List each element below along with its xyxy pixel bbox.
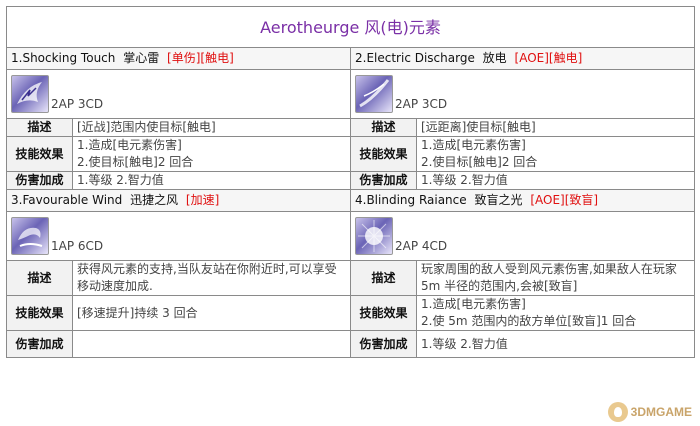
skill-name: 1.Shocking Touch [11, 51, 116, 65]
desc-label: 描述 [350, 260, 417, 296]
damage-label: 伤害加成 [350, 171, 417, 190]
effect-line: 2.使目标[触电]2 回合 [421, 155, 538, 169]
skill-tag: [AOE][致盲] [530, 193, 599, 207]
skill-cn-name: 迅捷之风 [130, 193, 179, 207]
skill-tag: [单伤][触电] [167, 51, 234, 65]
effect-label: 技能效果 [350, 295, 417, 331]
skill-icon-cell-2: 2AP 3CD [349, 69, 696, 119]
skill-header-2: 2.Electric Discharge 放电 [AOE][触电] [349, 47, 696, 70]
blinding-radiance-icon [355, 217, 393, 255]
watermark-text: 3DMGAME [630, 405, 692, 419]
skill-damage: 1.等级 2.智力值 [415, 330, 696, 358]
favourable-wind-icon [11, 217, 49, 255]
skill-header-4: 4.Blinding Raiance 致盲之光 [AOE][致盲] [349, 189, 696, 212]
skill-damage: 1.等级 2.智力值 [415, 171, 696, 190]
effect-line: 2.使目标[触电]2 回合 [77, 155, 194, 169]
skill-icon-cell-4: 2AP 4CD [349, 211, 696, 261]
table-title: Aerotheurge 风(电)元素 [5, 6, 696, 48]
skill-table-page: Aerotheurge 风(电)元素 1.Shocking Touch 掌心雷 … [5, 6, 696, 358]
skill-damage: 1.等级 2.智力值 [72, 171, 351, 190]
site-watermark: 3DMGAME [607, 402, 692, 422]
skill-effects: 1.造成[电元素伤害] 2.使 5m 范围内的敌方单位[致盲]1 回合 [415, 295, 696, 331]
skill-effects: 1.造成[电元素伤害] 2.使目标[触电]2 回合 [415, 136, 696, 172]
skill-icon-cell-1: 2AP 3CD [6, 69, 351, 119]
damage-label: 伤害加成 [350, 330, 417, 358]
effect-label: 技能效果 [6, 295, 73, 331]
skill-damage [72, 330, 351, 358]
skill-cn-name: 致盲之光 [474, 193, 523, 207]
skill-cost: 2AP 3CD [51, 97, 104, 111]
skill-cost: 2AP 4CD [395, 239, 448, 253]
skill-cn-name: 掌心雷 [123, 51, 160, 65]
skill-effects: [移速提升]持续 3 回合 [72, 295, 351, 331]
skill-description: [远距离]使目标[触电] [415, 118, 696, 137]
skill-header-3: 3.Favourable Wind 迅捷之风 [加速] [6, 189, 351, 212]
electric-discharge-icon [355, 75, 393, 113]
skill-tag: [加速] [185, 193, 220, 207]
skill-cn-name: 放电 [482, 51, 507, 65]
skill-name: 2.Electric Discharge [355, 51, 475, 65]
effect-label: 技能效果 [6, 136, 73, 172]
damage-label: 伤害加成 [6, 330, 73, 358]
desc-label: 描述 [6, 260, 73, 296]
skill-name: 4.Blinding Raiance [355, 193, 467, 207]
skill-name: 3.Favourable Wind [11, 193, 123, 207]
effect-line: 1.造成[电元素伤害] [77, 138, 182, 152]
effect-label: 技能效果 [350, 136, 417, 172]
effect-line: 2.使 5m 范围内的敌方单位[致盲]1 回合 [421, 314, 637, 328]
mascot-icon [607, 402, 628, 422]
shocking-touch-icon [11, 75, 49, 113]
damage-label: 伤害加成 [6, 171, 73, 190]
effect-line: [移速提升]持续 3 回合 [77, 305, 198, 320]
effect-line: 1.造成[电元素伤害] [421, 138, 526, 152]
skill-description: [近战]范围内使目标[触电] [72, 118, 351, 137]
desc-label: 描述 [350, 118, 417, 137]
skill-effects: 1.造成[电元素伤害] 2.使目标[触电]2 回合 [72, 136, 351, 172]
skill-tag: [AOE][触电] [514, 51, 583, 65]
skill-description: 玩家周围的敌人受到风元素伤害,如果敌人在玩家 5m 半径的范围内,会被[致盲] [415, 260, 696, 296]
skill-header-1: 1.Shocking Touch 掌心雷 [单伤][触电] [6, 47, 351, 70]
desc-label: 描述 [6, 118, 73, 137]
effect-line: 1.造成[电元素伤害] [421, 297, 526, 311]
skill-cost: 2AP 3CD [395, 97, 448, 111]
skill-description: 获得风元素的支持,当队友站在你附近时,可以享受移动速度加成. [72, 260, 351, 296]
skill-table: Aerotheurge 风(电)元素 1.Shocking Touch 掌心雷 … [5, 6, 696, 358]
skill-icon-cell-3: 1AP 6CD [6, 211, 351, 261]
skill-cost: 1AP 6CD [51, 239, 104, 253]
